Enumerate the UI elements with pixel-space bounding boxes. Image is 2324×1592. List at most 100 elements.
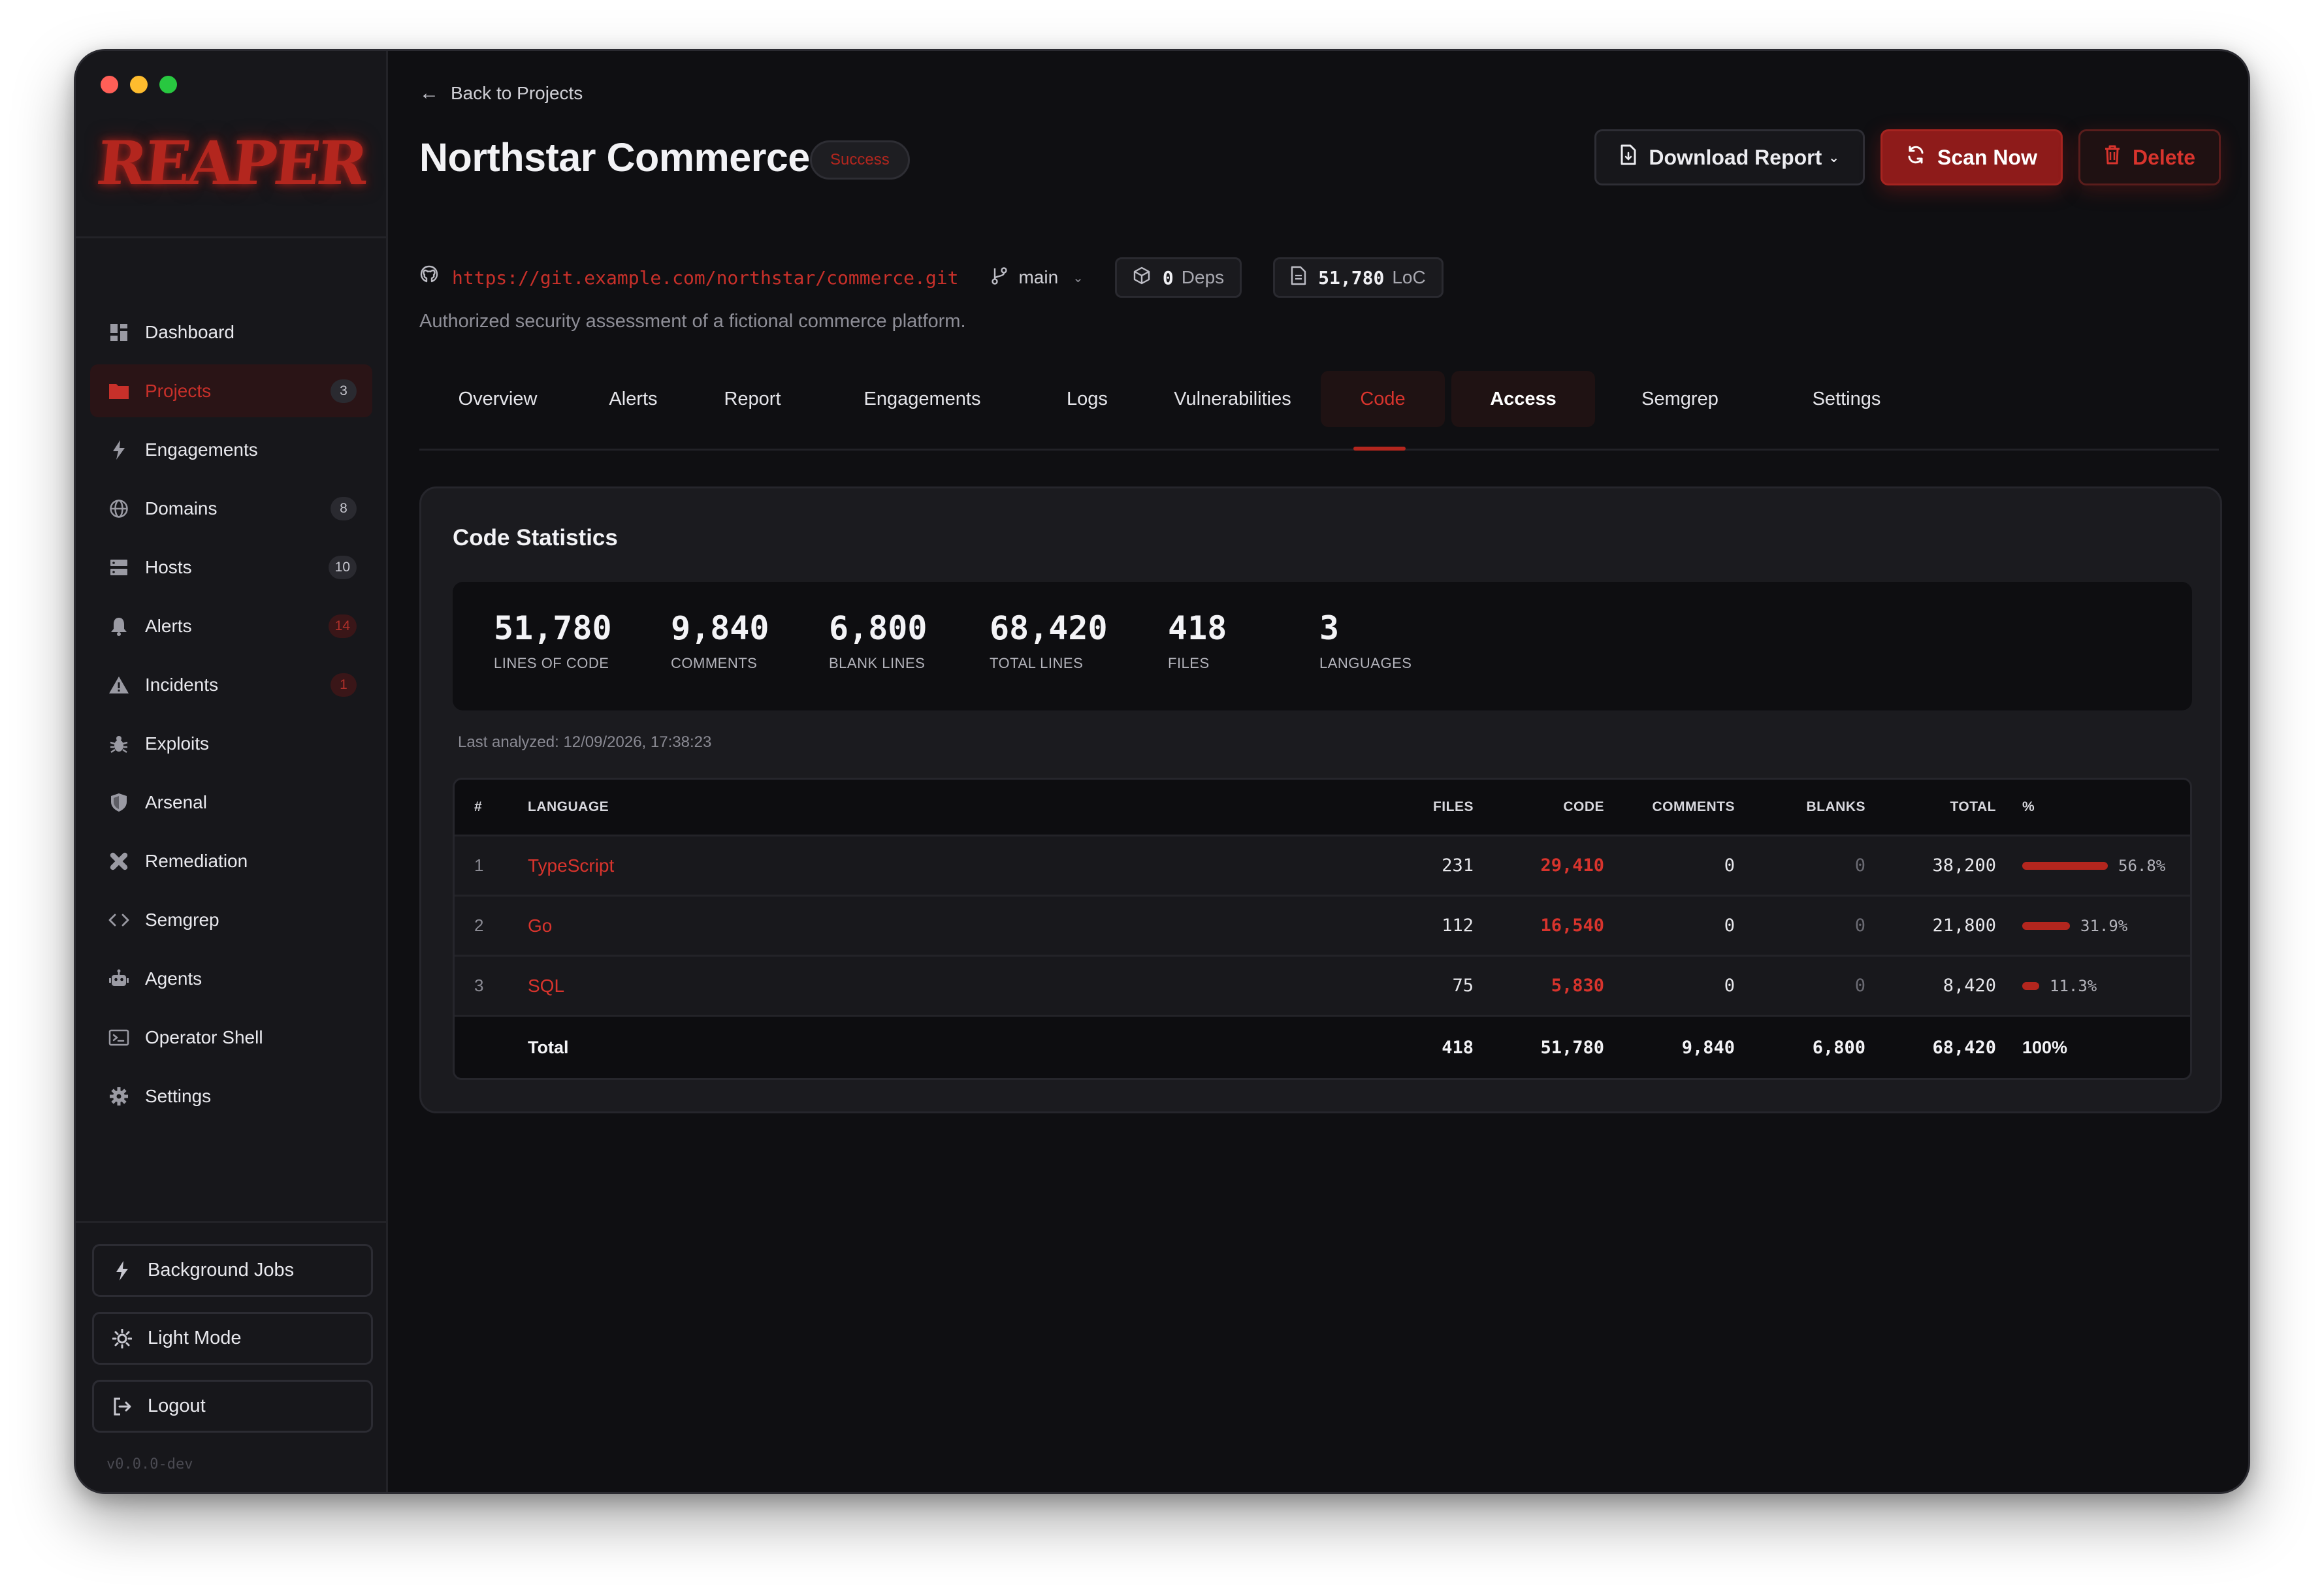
delete-button[interactable]: Delete	[2078, 129, 2221, 185]
percentage-cell: 11.3%	[2022, 957, 2190, 1015]
dependencies-chip: 0 Deps	[1114, 257, 1242, 298]
total-lines: 38,200	[1932, 855, 1996, 876]
branch-selector[interactable]: main ⌄	[991, 266, 1084, 290]
column-header: CODE	[1563, 799, 1604, 814]
logout-label: Logout	[148, 1395, 206, 1416]
stat-comments: 9,840 COMMENTS	[671, 609, 769, 672]
close-window-button[interactable]	[101, 76, 118, 93]
sidebar-item-agents[interactable]: Agents	[90, 952, 372, 1005]
count-badge: 10	[328, 555, 357, 579]
comment-lines: 0	[1724, 855, 1735, 876]
total-label: Total	[528, 1038, 569, 1057]
warning-icon	[106, 672, 132, 698]
share-bar	[2022, 981, 2039, 990]
files-count: 112	[1442, 915, 1474, 936]
stats-summary: 51,780 LINES OF CODE 9,840 COMMENTS 6,800 …	[453, 582, 2192, 710]
light-mode-label: Light Mode	[148, 1328, 242, 1348]
git-branch-icon	[991, 266, 1008, 290]
package-icon	[1133, 266, 1151, 289]
percentage-value: 11.3%	[2050, 976, 2097, 995]
stat-value: 68,420	[990, 609, 1108, 647]
chevron-down-icon: ⌄	[1073, 270, 1084, 285]
sidebar-item-dashboard[interactable]: Dashboard	[90, 306, 372, 358]
loc-label: LoC	[1392, 267, 1426, 287]
tab-engagements[interactable]: Engagements	[815, 371, 1030, 427]
total-lines: 8,420	[1943, 976, 1996, 996]
app-logo: REAPER	[93, 128, 369, 199]
tab-access[interactable]: Access	[1451, 371, 1595, 427]
column-header: TOTAL	[1950, 799, 1996, 814]
git-repo-icon	[419, 265, 439, 290]
percentage-cell: 56.8%	[2022, 836, 2190, 895]
comment-lines: 0	[1724, 915, 1735, 936]
tab-alerts[interactable]: Alerts	[576, 371, 690, 427]
column-header: BLANKS	[1806, 799, 1865, 814]
tab-settings[interactable]: Settings	[1765, 371, 1928, 427]
refresh-icon	[1906, 145, 1926, 170]
stat-label: BLANK LINES	[829, 655, 926, 671]
status-badge: Success	[810, 140, 910, 180]
code-lines: 29,410	[1540, 855, 1604, 876]
stat-value: 51,780	[494, 609, 612, 647]
language-link[interactable]: TypeScript	[528, 836, 920, 895]
maximize-window-button[interactable]	[159, 76, 177, 93]
code-lines: 5,830	[1551, 976, 1604, 996]
files-count: 75	[1452, 976, 1474, 996]
scan-now-button[interactable]: Scan Now	[1880, 129, 2063, 185]
language-link[interactable]: Go	[528, 897, 920, 955]
background-jobs-button[interactable]: Background Jobs	[92, 1244, 373, 1297]
sidebar-item-semgrep[interactable]: Semgrep	[90, 893, 372, 946]
sidebar-item-alerts[interactable]: Alerts 14	[90, 599, 372, 652]
sidebar-item-domains[interactable]: Domains 8	[90, 482, 372, 535]
language-link[interactable]: SQL	[528, 957, 920, 1015]
tab-logs[interactable]: Logs	[1030, 371, 1144, 427]
project-description: Authorized security assessment of a fict…	[419, 311, 966, 332]
sidebar-item-settings[interactable]: Settings	[90, 1070, 372, 1122]
shield-icon	[106, 789, 132, 816]
stat-total-lines: 68,420 TOTAL LINES	[990, 609, 1108, 672]
column-header: FILES	[1432, 799, 1474, 814]
tab-semgrep[interactable]: Semgrep	[1595, 371, 1765, 427]
sidebar-item-label: Engagements	[145, 439, 258, 460]
last-analyzed: Last analyzed: 12/09/2026, 17:38:23	[458, 733, 712, 751]
total-lines: 68,420	[1932, 1038, 1996, 1058]
tab-code[interactable]: Code	[1321, 371, 1445, 427]
trash-icon	[2104, 145, 2121, 170]
row-index: 3	[474, 976, 484, 995]
repository-url-link[interactable]: https://git.example.com/northstar/commer…	[452, 267, 958, 289]
tab-report[interactable]: Report	[690, 371, 815, 427]
back-to-projects-link[interactable]: ← Back to Projects	[419, 82, 583, 104]
folder-icon	[106, 378, 132, 404]
project-tabs: Overview Alerts Report Engagements Logs Vulne…	[419, 371, 2219, 451]
logout-button[interactable]: Logout	[92, 1380, 373, 1433]
column-header: #	[474, 799, 483, 814]
minimize-window-button[interactable]	[130, 76, 148, 93]
column-header: COMMENTS	[1652, 799, 1735, 814]
download-report-button[interactable]: Download Report ⌄	[1594, 129, 1865, 185]
sidebar-item-label: Remediation	[145, 850, 248, 871]
sidebar-item-projects[interactable]: Projects 3	[90, 364, 372, 417]
file-text-icon	[1291, 266, 1306, 290]
sidebar-item-label: Dashboard	[145, 321, 234, 342]
sidebar-item-arsenal[interactable]: Arsenal	[90, 776, 372, 829]
sidebar-item-operator-shell[interactable]: Operator Shell	[90, 1011, 372, 1064]
tab-vulnerabilities[interactable]: Vulnerabilities	[1144, 371, 1321, 427]
sidebar-item-engagements[interactable]: Engagements	[90, 423, 372, 476]
stat-value: 3	[1319, 609, 1340, 647]
sidebar-item-label: Arsenal	[145, 791, 207, 812]
sidebar-item-label: Operator Shell	[145, 1027, 263, 1047]
header-actions: Download Report ⌄ Scan Now Delete	[1594, 129, 2221, 185]
project-meta: https://git.example.com/northstar/commer…	[419, 257, 1444, 298]
light-mode-button[interactable]: Light Mode	[92, 1312, 373, 1365]
stat-label: FILES	[1168, 655, 1210, 671]
sidebar-item-hosts[interactable]: Hosts 10	[90, 541, 372, 594]
sidebar-item-incidents[interactable]: Incidents 1	[90, 658, 372, 711]
sidebar-item-exploits[interactable]: Exploits	[90, 717, 372, 770]
tab-overview[interactable]: Overview	[419, 371, 576, 427]
loc-chip: 51,780 LoC	[1273, 257, 1444, 298]
sidebar-item-remediation[interactable]: Remediation	[90, 835, 372, 887]
window-controls	[101, 76, 177, 93]
comment-lines: 0	[1724, 976, 1735, 996]
count-badge: 14	[328, 614, 357, 638]
table-row: 3 SQL 75 5,830 0 0 8,420 11.3%	[455, 955, 2190, 1015]
